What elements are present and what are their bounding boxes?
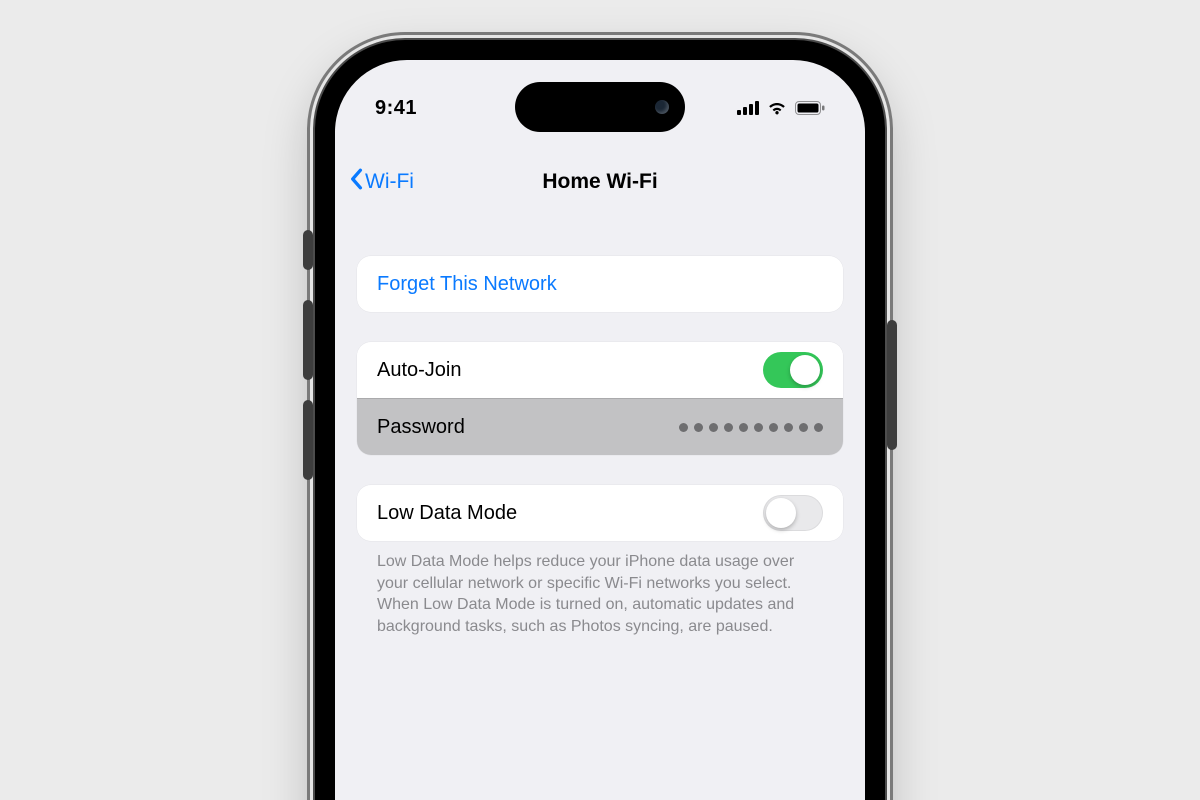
volume-down-button[interactable] xyxy=(303,400,313,480)
auto-join-label: Auto-Join xyxy=(377,359,462,382)
silent-switch[interactable] xyxy=(303,230,313,270)
password-value-masked xyxy=(679,423,823,432)
status-icons xyxy=(737,100,825,116)
volume-up-button[interactable] xyxy=(303,300,313,380)
low-data-row: Low Data Mode xyxy=(357,485,843,541)
group-connection: Auto-Join Password xyxy=(357,342,843,455)
auto-join-toggle[interactable] xyxy=(763,352,823,388)
low-data-toggle[interactable] xyxy=(763,495,823,531)
back-label: Wi-Fi xyxy=(365,170,414,194)
phone-frame: 9:41 Wi-Fi xyxy=(315,40,885,800)
chevron-left-icon xyxy=(349,168,363,196)
wifi-icon xyxy=(766,100,788,116)
group-forget: Forget This Network xyxy=(357,256,843,312)
password-label: Password xyxy=(377,416,465,439)
password-row[interactable]: Password xyxy=(357,398,843,455)
back-button[interactable]: Wi-Fi xyxy=(349,160,414,204)
auto-join-row: Auto-Join xyxy=(357,342,843,398)
screen: 9:41 Wi-Fi xyxy=(335,60,865,800)
power-button[interactable] xyxy=(887,320,897,450)
forget-network-label: Forget This Network xyxy=(377,273,557,296)
low-data-description: Low Data Mode helps reduce your iPhone d… xyxy=(357,541,843,637)
battery-icon xyxy=(795,101,825,115)
nav-bar: Wi-Fi Home Wi-Fi xyxy=(335,160,865,204)
status-time: 9:41 xyxy=(375,97,417,120)
forget-network-button[interactable]: Forget This Network xyxy=(357,256,843,312)
cellular-icon xyxy=(737,101,759,115)
status-bar: 9:41 xyxy=(335,88,865,128)
content: Forget This Network Auto-Join Password xyxy=(335,220,865,800)
group-low-data: Low Data Mode xyxy=(357,485,843,541)
page-title: Home Wi-Fi xyxy=(542,170,657,194)
stage: 9:41 Wi-Fi xyxy=(0,0,1200,800)
low-data-label: Low Data Mode xyxy=(377,502,517,525)
